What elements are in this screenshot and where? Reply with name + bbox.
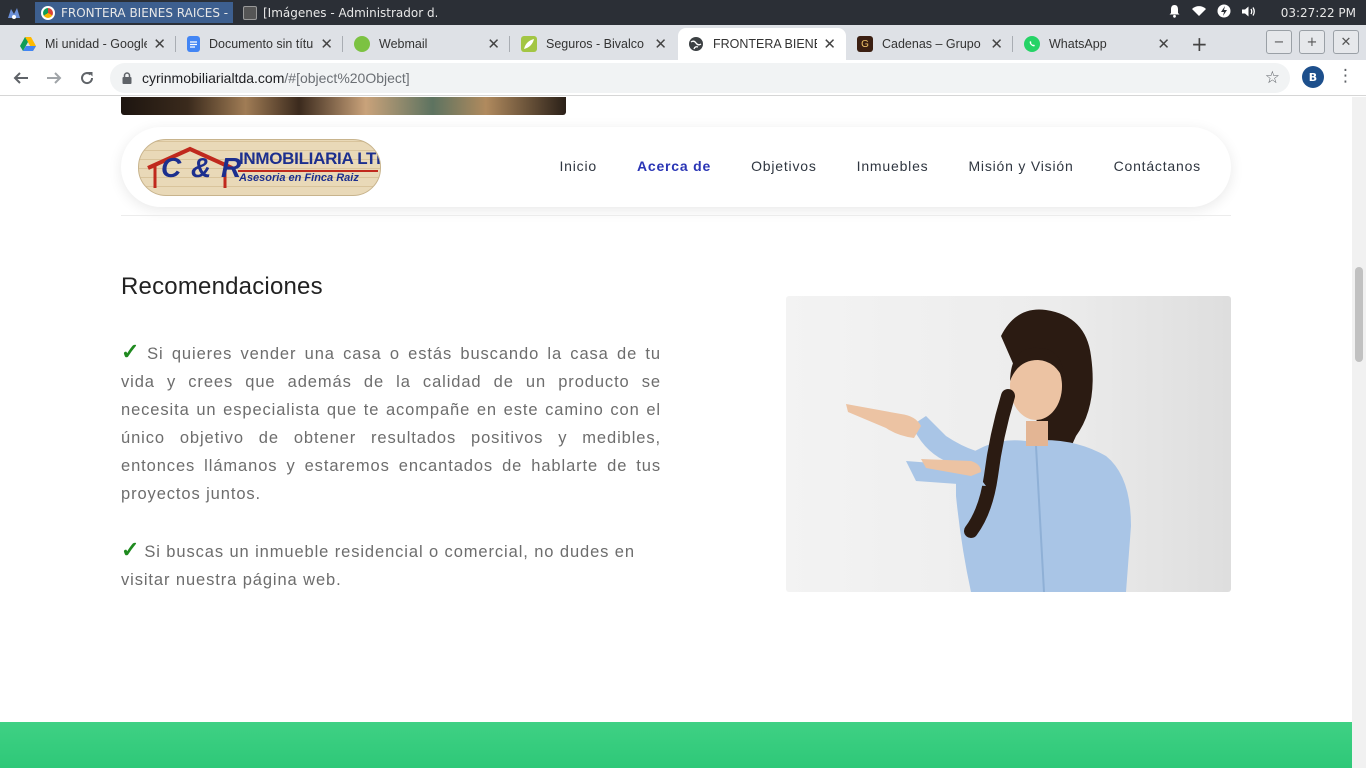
- reload-button[interactable]: [76, 67, 98, 89]
- recommendation-paragraph: ✓ Si quieres vender una casa o estás busc…: [121, 338, 661, 508]
- browser-menu-icon[interactable]: ⋮: [1337, 66, 1354, 86]
- close-tab-icon[interactable]: ✕: [320, 35, 333, 53]
- grupo-icon: G: [857, 36, 873, 52]
- maximize-button[interactable]: +: [1299, 30, 1325, 54]
- forward-arrow-icon: [47, 72, 62, 84]
- window-icon: [243, 5, 257, 20]
- taskbar-task-file-manager[interactable]: [Imágenes - Administrador d...: [237, 2, 437, 23]
- close-tab-icon[interactable]: ✕: [990, 35, 1003, 53]
- wifi-icon[interactable]: [1191, 5, 1207, 20]
- notification-bell-icon[interactable]: [1168, 4, 1181, 21]
- paragraph-text: Si buscas un inmueble residencial o come…: [121, 543, 635, 589]
- woman-pointing-photo: [786, 296, 1231, 592]
- menu-item-inmuebles[interactable]: Inmuebles: [857, 158, 929, 174]
- power-icon[interactable]: [1217, 4, 1231, 21]
- reload-icon: [81, 72, 94, 85]
- clock: 03:27:22 PM: [1280, 5, 1356, 20]
- woman-pointing-illustration: [846, 309, 1131, 592]
- whatsapp-icon: [1024, 36, 1040, 52]
- section-title: Recomendaciones: [121, 273, 323, 300]
- new-tab-button[interactable]: +: [1191, 32, 1208, 56]
- taskbar-task-browser[interactable]: FRONTERA BIENES RAICES - ...: [35, 2, 233, 23]
- tab-label: WhatsApp: [1049, 37, 1107, 51]
- tab-whatsapp[interactable]: WhatsApp ✕: [1014, 28, 1180, 60]
- tab-label: Seguros - Bivalco: [546, 37, 644, 51]
- google-docs-icon: [187, 36, 200, 52]
- footer-green-band: [0, 722, 1352, 768]
- menu-item-acerca-de[interactable]: Acerca de: [637, 158, 711, 174]
- tab-label: Cadenas – Grupo: [882, 37, 981, 51]
- taskbar-task-label: FRONTERA BIENES RAICES - ...: [61, 5, 233, 20]
- tab-documento[interactable]: Documento sin títu ✕: [177, 28, 343, 60]
- tab-cadenas[interactable]: G Cadenas – Grupo ✕: [847, 28, 1013, 60]
- close-tab-icon[interactable]: ✕: [654, 35, 667, 53]
- system-tray: 03:27:22 PM: [1168, 0, 1356, 25]
- logo-tagline: Asesoria en Finca Raiz: [239, 172, 359, 184]
- profile-avatar[interactable]: B: [1302, 66, 1324, 88]
- site-header: C & R INMOBILIARIA LTDA. Asesoria en Fin…: [121, 127, 1231, 207]
- address-bar[interactable]: cyrinmobiliarialtda.com/#[object%20Objec…: [110, 63, 1290, 93]
- web-page: C & R INMOBILIARIA LTDA. Asesoria en Fin…: [0, 97, 1352, 768]
- google-drive-icon: [20, 36, 36, 52]
- taskbar-task-label: [Imágenes - Administrador d...: [263, 5, 437, 20]
- url-path: /#[object%20Object]: [284, 70, 410, 86]
- logo-initials: C & R: [161, 152, 243, 183]
- back-button[interactable]: [10, 67, 32, 89]
- lock-icon[interactable]: [122, 72, 132, 84]
- start-menu-icon[interactable]: [4, 3, 24, 22]
- bookmark-star-icon[interactable]: ☆: [1265, 68, 1280, 88]
- main-menu: Inicio Acerca de Objetivos Inmuebles Mis…: [559, 158, 1201, 174]
- page-scrollbar[interactable]: [1352, 97, 1366, 768]
- close-window-button[interactable]: ✕: [1333, 30, 1359, 54]
- forward-button[interactable]: [43, 67, 65, 89]
- site-logo[interactable]: C & R INMOBILIARIA LTDA. Asesoria en Fin…: [138, 139, 381, 196]
- paragraph-text: Si quieres vender una casa o estás busca…: [121, 345, 661, 503]
- close-tab-icon[interactable]: ✕: [1157, 35, 1170, 53]
- webmail-icon: [354, 36, 370, 52]
- menu-item-mision-vision[interactable]: Misión y Visión: [968, 158, 1073, 174]
- tab-seguros[interactable]: Seguros - Bivalco ✕: [511, 28, 677, 60]
- tab-label: Documento sin títu: [209, 37, 314, 51]
- browser-tab-strip: Mi unidad - Google ✕ Documento sin títu …: [0, 25, 1366, 60]
- recommendation-paragraph: ✓ Si buscas un inmueble residencial o com…: [121, 536, 661, 594]
- menu-item-contactanos[interactable]: Contáctanos: [1114, 158, 1201, 174]
- tab-label: Mi unidad - Google: [45, 37, 148, 51]
- minimize-button[interactable]: −: [1266, 30, 1292, 54]
- tab-label: FRONTERA BIENES: [713, 37, 817, 51]
- close-tab-icon[interactable]: ✕: [153, 35, 166, 53]
- scrollbar-thumb[interactable]: [1355, 267, 1363, 362]
- browser-toolbar: cyrinmobiliarialtda.com/#[object%20Objec…: [0, 60, 1366, 96]
- globe-icon: [688, 36, 704, 52]
- url-host: cyrinmobiliarialtda.com: [142, 70, 285, 86]
- volume-icon[interactable]: [1241, 5, 1257, 21]
- tab-frontera-bienes[interactable]: FRONTERA BIENES ✕: [678, 28, 846, 60]
- tab-webmail[interactable]: Webmail ✕: [344, 28, 510, 60]
- hero-image-strip: [121, 97, 566, 115]
- chrome-icon: [41, 5, 55, 20]
- tab-mi-unidad[interactable]: Mi unidad - Google ✕: [10, 28, 176, 60]
- checkmark-icon: ✓: [121, 339, 144, 364]
- close-tab-icon[interactable]: ✕: [487, 35, 500, 53]
- bivalco-icon: [521, 36, 537, 52]
- close-tab-icon[interactable]: ✕: [823, 35, 836, 53]
- menu-item-objetivos[interactable]: Objetivos: [751, 158, 817, 174]
- tab-label: Webmail: [379, 37, 428, 51]
- logo-company-name: INMOBILIARIA LTDA.: [239, 149, 380, 168]
- menu-item-inicio[interactable]: Inicio: [559, 158, 596, 174]
- header-divider: [121, 215, 1231, 216]
- os-taskbar: FRONTERA BIENES RAICES - ... [Imágenes -…: [0, 0, 1366, 25]
- back-arrow-icon: [13, 72, 28, 84]
- checkmark-icon: ✓: [121, 537, 141, 562]
